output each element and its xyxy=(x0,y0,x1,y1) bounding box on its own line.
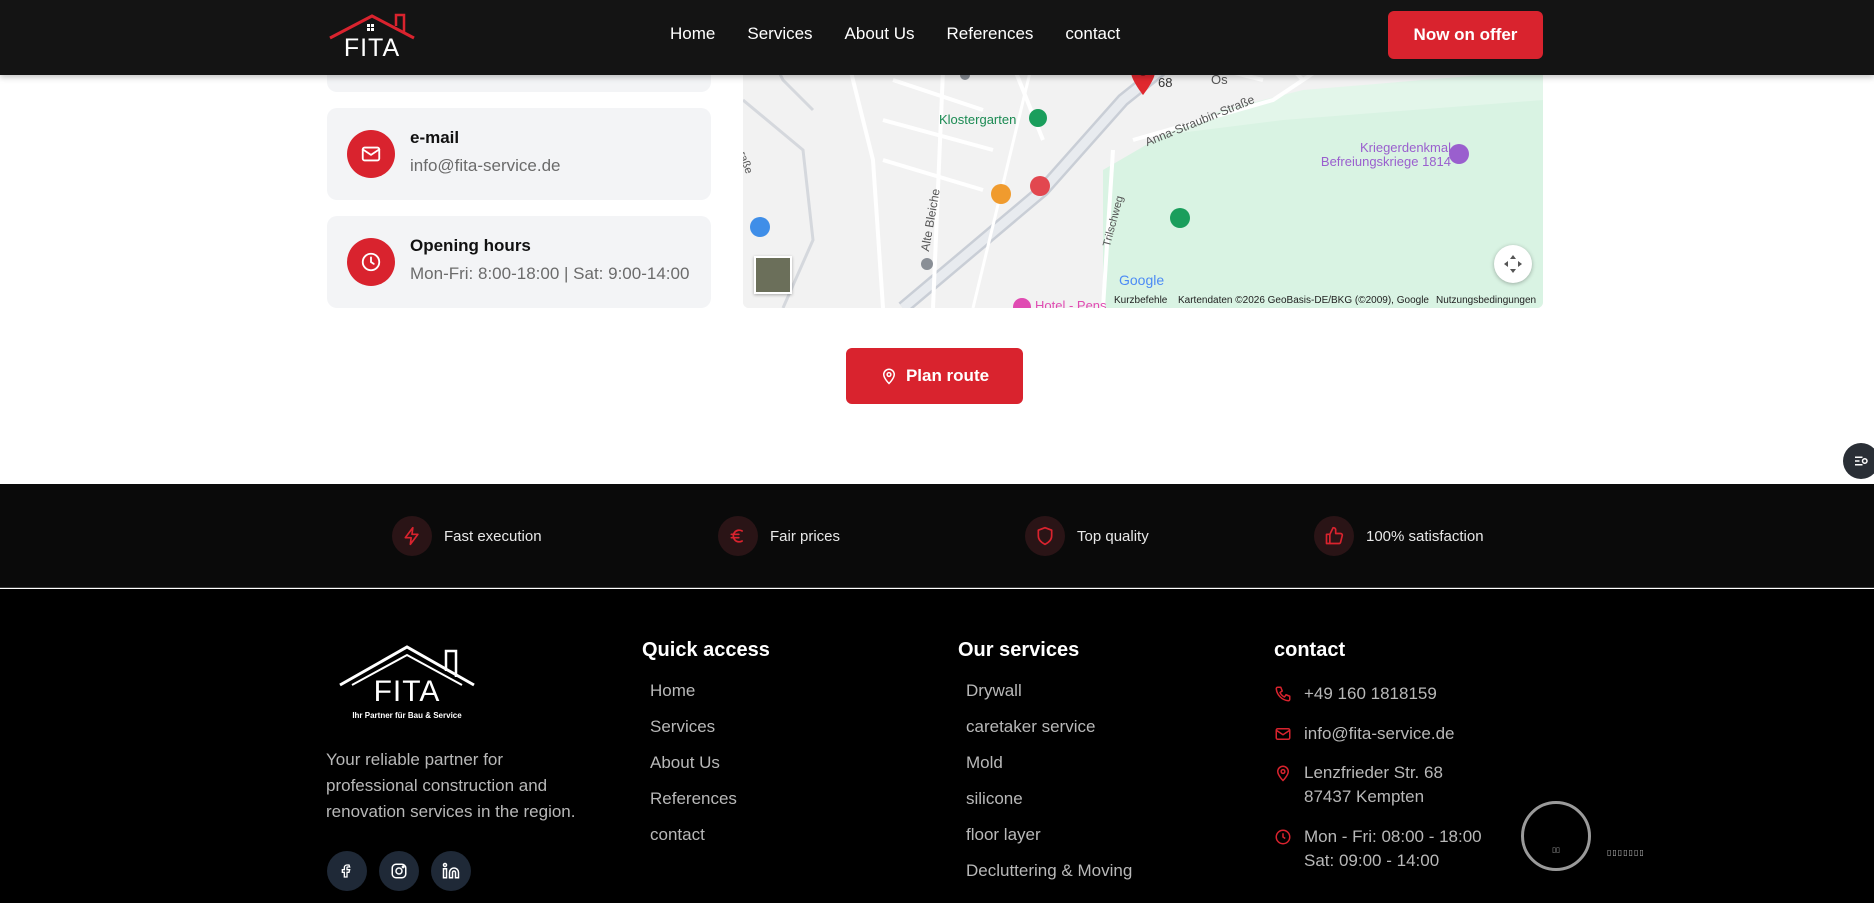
map-terms-link[interactable]: Nutzungsbedingungen xyxy=(1436,295,1536,306)
main-nav: Home Services About Us References contac… xyxy=(670,22,1152,46)
features-bar: Fast execution Fair prices Top quality 1… xyxy=(0,484,1874,588)
now-on-offer-button[interactable]: Now on offer xyxy=(1388,11,1543,59)
linkedin-icon[interactable] xyxy=(431,851,471,891)
plan-route-label: Plan route xyxy=(905,366,990,385)
nav-services[interactable]: Services xyxy=(747,22,812,46)
service-link-caretaker[interactable]: caretaker service xyxy=(966,717,1132,753)
footer-tagline: Your reliable partner for professional c… xyxy=(326,750,576,821)
phone-icon xyxy=(1275,686,1291,702)
thumbs-up-icon xyxy=(1314,516,1354,556)
plan-route-button[interactable]: Plan route xyxy=(846,348,1023,404)
contact-card-email: e-mail info@fita-service.de xyxy=(327,108,711,200)
footer-link-services[interactable]: Services xyxy=(650,717,737,753)
feature-label: Top quality xyxy=(1077,527,1149,545)
euro-icon xyxy=(718,516,758,556)
instagram-icon[interactable] xyxy=(379,851,419,891)
review-badge-text: ▯▯ xyxy=(1552,847,1560,854)
footer-link-about[interactable]: About Us xyxy=(650,753,737,789)
footer-contact-title: contact xyxy=(1274,639,1346,661)
feature-label: Fair prices xyxy=(770,527,841,545)
nav-about-us[interactable]: About Us xyxy=(845,22,915,46)
footer-phone[interactable]: +49 160 1818159 xyxy=(1274,682,1437,706)
feature-top-quality: Top quality xyxy=(1025,516,1149,556)
footer-email[interactable]: info@fita-service.de xyxy=(1274,722,1455,746)
map-tiles xyxy=(743,40,1543,308)
mail-icon xyxy=(347,130,395,178)
map-attribution: Kartendaten ©2026 GeoBasis-DE/BKG (©2009… xyxy=(1178,295,1429,306)
clock-icon xyxy=(347,238,395,286)
quick-access-list: Home Services About Us References contac… xyxy=(650,681,737,861)
map-type-thumbnail[interactable] xyxy=(754,256,792,294)
feature-satisfaction: 100% satisfaction xyxy=(1314,516,1484,556)
footer-logo-text: FITA xyxy=(373,675,441,708)
service-link-silicone[interactable]: silicone xyxy=(966,789,1132,825)
fullscreen-icon[interactable] xyxy=(1494,245,1532,283)
header-logo[interactable]: FITA xyxy=(326,12,418,62)
google-logo: Google xyxy=(1119,272,1165,288)
feature-label: 100% satisfaction xyxy=(1366,527,1484,545)
mail-icon xyxy=(1275,728,1291,740)
footer-logo[interactable]: FITA Ihr Partner für Bau & Service xyxy=(334,641,480,723)
service-link-decluttering[interactable]: Decluttering & Moving xyxy=(966,861,1132,897)
hours-line-1: Mon - Fri: 08:00 - 18:00 xyxy=(1304,827,1482,846)
map-label-klostergarten: Klostergarten xyxy=(939,112,1017,127)
google-map[interactable]: 68 Os Klostergarten Anna-Straubin-Straße… xyxy=(743,40,1543,308)
map-label-monument-2: Befreiungskriege 1814 xyxy=(1320,154,1451,169)
email-card-title: e-mail xyxy=(410,128,460,147)
page: e-mail info@fita-service.de Opening hour… xyxy=(0,0,1874,903)
footer-hours: Mon - Fri: 08:00 - 18:00 Sat: 09:00 - 14… xyxy=(1274,825,1482,873)
facebook-icon[interactable] xyxy=(327,851,367,891)
address-line-1: Lenzfrieder Str. 68 xyxy=(1304,763,1443,782)
accessibility-widget-icon[interactable] xyxy=(1843,443,1874,479)
hours-card-title: Opening hours xyxy=(410,236,531,255)
footer: FITA Ihr Partner für Bau & Service Your … xyxy=(0,589,1874,903)
footer-phone-text: +49 160 1818159 xyxy=(1304,684,1437,703)
map-label-monument-1: Kriegerdenkmal xyxy=(1359,140,1451,155)
nav-contact[interactable]: contact xyxy=(1065,22,1120,46)
footer-email-text: info@fita-service.de xyxy=(1304,724,1455,743)
quick-access-title: Quick access xyxy=(642,639,770,661)
nav-references[interactable]: References xyxy=(946,22,1033,46)
contact-card-hours: Opening hours Mon-Fri: 8:00-18:00 | Sat:… xyxy=(327,216,711,308)
service-link-mold[interactable]: Mold xyxy=(966,753,1132,789)
email-card-value[interactable]: info@fita-service.de xyxy=(410,156,561,176)
service-link-floor-layer[interactable]: floor layer xyxy=(966,825,1132,861)
hours-line-2: Sat: 09:00 - 14:00 xyxy=(1304,851,1440,870)
address-line-2: 87437 Kempten xyxy=(1304,787,1425,806)
feature-label: Fast execution xyxy=(444,527,542,545)
footer-link-contact[interactable]: contact xyxy=(650,825,737,861)
hours-card-value: Mon-Fri: 8:00-18:00 | Sat: 9:00-14:00 xyxy=(410,264,690,283)
footer-link-home[interactable]: Home xyxy=(650,681,737,717)
lightning-icon xyxy=(392,516,432,556)
review-badge[interactable]: ▯▯ xyxy=(1521,801,1591,871)
map-shortcuts-link[interactable]: Kurzbefehle xyxy=(1114,295,1167,306)
map-pin-icon xyxy=(882,368,895,385)
footer-link-references[interactable]: References xyxy=(650,789,737,825)
clock-icon xyxy=(1275,829,1291,845)
map-label-hotel: Hotel - Pens xyxy=(1035,298,1107,308)
footer-logo-subtitle: Ihr Partner für Bau & Service xyxy=(352,711,462,720)
review-badge-caption: ▯▯▯▯▯▯▯ xyxy=(1607,848,1645,857)
site-header: FITA Home Services About Us References c… xyxy=(0,0,1874,75)
our-services-title: Our services xyxy=(958,639,1080,661)
feature-fair-prices: Fair prices xyxy=(718,516,840,556)
footer-address: Lenzfrieder Str. 68 87437 Kempten xyxy=(1274,761,1443,809)
shield-icon xyxy=(1025,516,1065,556)
header-logo-text: FITA xyxy=(343,34,401,62)
feature-fast-execution: Fast execution xyxy=(392,516,542,556)
services-list: Drywall caretaker service Mold silicone … xyxy=(966,681,1132,897)
map-marker-number: 68 xyxy=(1158,75,1173,90)
map-pin-icon xyxy=(1276,765,1290,782)
service-link-drywall[interactable]: Drywall xyxy=(966,681,1132,717)
nav-home[interactable]: Home xyxy=(670,22,715,46)
